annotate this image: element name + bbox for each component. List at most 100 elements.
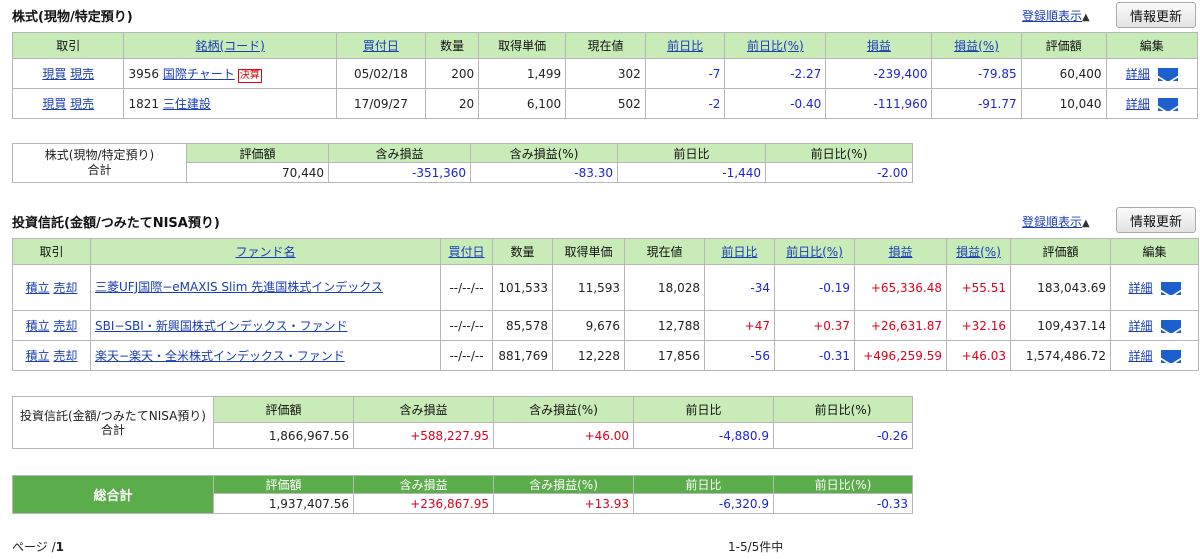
buy-link[interactable]: 現買 <box>42 97 66 111</box>
stock-total-table: 株式(現物/特定預り) 合計 評価額 含み損益 含み損益(%) 前日比 前日比(%… <box>12 143 913 183</box>
total-col-unrealized-pct: 含み損益(%) <box>493 396 634 423</box>
profit-loss: +26,631.87 <box>854 310 947 341</box>
quantity: 85,578 <box>492 310 553 341</box>
profit-loss: +65,336.48 <box>854 264 947 311</box>
table-row: 現買 現売 1821 三住建設 17/09/27 20 6,100 502 -2… <box>11 88 1199 119</box>
buy-date: 05/02/18 <box>335 58 427 89</box>
fund-total-unrealized: +588,227.95 <box>353 422 494 449</box>
accumulate-link[interactable]: 積立 <box>26 281 50 295</box>
buy-date: --/--/-- <box>440 264 493 311</box>
sell-link[interactable]: 売却 <box>53 349 77 363</box>
profit-loss: -239,400 <box>825 58 933 89</box>
total-col-unrealized-pct: 含み損益(%) <box>470 143 618 163</box>
current-price: 502 <box>565 88 646 119</box>
order-link-label[interactable]: 登録順表示 <box>1022 9 1082 23</box>
col-price: 現在値 <box>624 238 705 265</box>
buy-date: --/--/-- <box>440 310 493 341</box>
col-chg-pct[interactable]: 前日比(%) <box>774 238 855 265</box>
mail-icon[interactable] <box>1160 350 1181 363</box>
triangle-up-icon: ▲ <box>1082 218 1090 229</box>
col-trade: 取引 <box>12 238 91 265</box>
order-link-label[interactable]: 登録順表示 <box>1022 215 1082 229</box>
buy-date: 17/09/27 <box>335 88 427 119</box>
sell-link[interactable]: 売却 <box>53 281 77 295</box>
stock-order-toggle[interactable]: 登録順表示▲ <box>1022 7 1090 24</box>
day-change: -34 <box>704 264 775 311</box>
grand-total-chg: -6,320.9 <box>633 493 774 514</box>
day-change-pct: -0.31 <box>774 340 855 371</box>
col-chg-pct[interactable]: 前日比(%) <box>724 32 827 59</box>
col-edit: 編集 <box>1110 238 1199 265</box>
col-pl-pct[interactable]: 損益(%) <box>931 32 1022 59</box>
accumulate-link[interactable]: 積立 <box>26 349 50 363</box>
detail-link[interactable]: 詳細 <box>1128 281 1152 295</box>
fund-name-link[interactable]: 楽天−楽天・全米株式インデックス・ファンド <box>95 349 345 363</box>
day-change-pct: -0.40 <box>724 88 827 119</box>
col-fund-name[interactable]: ファンド名 <box>90 238 441 265</box>
total-col-chg-pct: 前日比(%) <box>773 396 913 423</box>
mail-icon[interactable] <box>1157 68 1178 81</box>
col-pl[interactable]: 損益 <box>854 238 947 265</box>
col-pl-pct[interactable]: 損益(%) <box>946 238 1011 265</box>
table-row: 現買 現売 3956 国際チャート 決算 05/02/18 200 1,499 3… <box>11 58 1199 89</box>
stock-table: 取引 銘柄(コード) 買付日 数量 取得単価 現在値 前日比 前日比(%) 損益… <box>11 32 1199 119</box>
current-price: 12,788 <box>624 310 705 341</box>
cost-price: 11,593 <box>552 264 625 311</box>
grand-total-label: 総合計 <box>12 475 214 514</box>
profit-loss-pct: -79.85 <box>931 58 1022 89</box>
col-chg[interactable]: 前日比 <box>704 238 775 265</box>
profit-loss-pct: +46.03 <box>946 340 1011 371</box>
stock-total-unrealized: -351,360 <box>328 162 471 183</box>
col-edit: 編集 <box>1105 32 1199 59</box>
fund-order-toggle[interactable]: 登録順表示▲ <box>1022 213 1090 230</box>
fund-total-chg: -4,880.9 <box>633 422 774 449</box>
stock-total-label: 株式(現物/特定預り) 合計 <box>12 143 187 183</box>
sell-link[interactable]: 現売 <box>70 97 94 111</box>
total-col-unrealized-pct: 含み損益(%) <box>493 475 634 494</box>
cost-price: 1,499 <box>478 58 567 89</box>
detail-link[interactable]: 詳細 <box>1128 349 1152 363</box>
col-chg[interactable]: 前日比 <box>644 32 726 59</box>
stock-refresh-button[interactable]: 情報更新 <box>1116 2 1196 28</box>
profit-loss-pct: +32.16 <box>946 310 1011 341</box>
col-value: 評価額 <box>1010 238 1111 265</box>
detail-link[interactable]: 詳細 <box>1126 97 1150 111</box>
mail-icon[interactable] <box>1160 282 1181 295</box>
sell-link[interactable]: 現売 <box>70 67 94 81</box>
fund-name-link[interactable]: SBI−SBI・新興国株式インデックス・ファンド <box>95 319 347 333</box>
stock-name-link[interactable]: 三住建設 <box>163 97 211 111</box>
current-price: 17,856 <box>624 340 705 371</box>
total-col-unrealized: 含み損益 <box>353 475 494 494</box>
mail-icon[interactable] <box>1160 320 1181 333</box>
day-change: -2 <box>644 88 726 119</box>
table-row: 積立 売却 三菱UFJ国際−eMAXIS Slim 先進国株式インデックス --… <box>12 264 1199 311</box>
stock-code: 3956 <box>128 66 160 81</box>
mail-icon[interactable] <box>1157 98 1178 111</box>
cost-price: 6,100 <box>478 88 567 119</box>
grand-total-unrealized: +236,867.95 <box>353 493 494 514</box>
fund-section-title: 投資信託(金額/つみたてNISA預り) <box>12 216 220 231</box>
detail-link[interactable]: 詳細 <box>1128 319 1152 333</box>
sell-link[interactable]: 売却 <box>53 319 77 333</box>
col-date[interactable]: 買付日 <box>335 32 427 59</box>
stock-total-chg-pct: -2.00 <box>765 162 913 183</box>
col-pl[interactable]: 損益 <box>825 32 933 59</box>
col-name[interactable]: 銘柄(コード) <box>123 32 337 59</box>
col-date[interactable]: 買付日 <box>440 238 493 265</box>
valuation: 109,437.14 <box>1010 310 1111 341</box>
total-col-chg-pct: 前日比(%) <box>765 143 913 163</box>
fund-total-label: 投資信託(金額/つみたてNISA預り) 合計 <box>12 396 214 449</box>
col-cost: 取得単価 <box>478 32 567 59</box>
detail-link[interactable]: 詳細 <box>1126 67 1150 81</box>
stock-name-link[interactable]: 国際チャート <box>163 67 235 81</box>
day-change: -56 <box>704 340 775 371</box>
accumulate-link[interactable]: 積立 <box>26 319 50 333</box>
buy-link[interactable]: 現買 <box>42 67 66 81</box>
current-price: 18,028 <box>624 264 705 311</box>
col-qty: 数量 <box>492 238 553 265</box>
fund-refresh-button[interactable]: 情報更新 <box>1116 207 1196 233</box>
table-row: 積立 売却 SBI−SBI・新興国株式インデックス・ファンド --/--/-- … <box>12 310 1199 341</box>
quantity: 20 <box>425 88 480 119</box>
fund-name-link[interactable]: 三菱UFJ国際−eMAXIS Slim 先進国株式インデックス <box>95 280 383 294</box>
total-col-value: 評価額 <box>213 475 354 494</box>
